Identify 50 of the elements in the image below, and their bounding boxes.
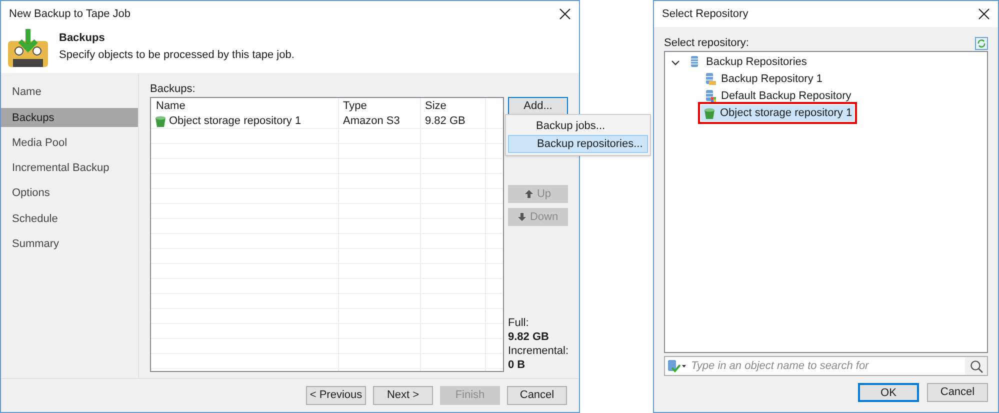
add-button[interactable]: Add... xyxy=(508,97,568,115)
tape-icon xyxy=(7,27,49,69)
footer-button[interactable]: Next > xyxy=(373,386,433,405)
chevron-icon[interactable] xyxy=(671,58,680,66)
tree-item[interactable]: Backup Repositories xyxy=(686,54,809,70)
total-value: 9.82 GB xyxy=(508,330,550,344)
table-cell-text: Object storage repository 1 xyxy=(169,114,302,129)
total-value: 0 B xyxy=(508,358,526,372)
arrow-up-icon xyxy=(524,190,533,198)
menu-item[interactable]: Backup jobs... xyxy=(508,117,648,135)
window-title: Select Repository xyxy=(662,6,748,22)
wizard-step[interactable]: Name xyxy=(1,83,138,102)
search-field[interactable]: Type in an object name to search for xyxy=(664,356,988,376)
select-repository-label: Select repository: xyxy=(664,36,749,51)
footer-button[interactable]: Cancel xyxy=(507,386,567,405)
filter-icon[interactable] xyxy=(667,359,687,373)
close-icon[interactable] xyxy=(559,8,571,20)
wizard-step[interactable]: Summary xyxy=(1,234,138,254)
refresh-icon[interactable] xyxy=(975,36,988,50)
search-icon[interactable] xyxy=(970,360,982,372)
column-header[interactable]: Name xyxy=(151,98,338,114)
dialog-button[interactable]: OK xyxy=(858,383,919,402)
dialog-button[interactable]: Cancel xyxy=(927,383,988,402)
total-label: Incremental: xyxy=(508,344,570,358)
backups-label: Backups: xyxy=(150,82,196,97)
wizard-step[interactable]: Incremental Backup xyxy=(1,158,138,178)
wizard-step[interactable]: Options xyxy=(1,184,138,204)
search-input[interactable]: Type in an object name to search for xyxy=(687,358,965,374)
database-icon xyxy=(703,89,717,103)
column-header[interactable]: Size xyxy=(420,98,485,114)
table-cell-text: 9.82 GB xyxy=(424,114,466,129)
menu-item[interactable]: Backup repositories... xyxy=(508,135,648,153)
table-cell-text: Amazon S3 xyxy=(342,114,401,129)
column-header[interactable]: Type xyxy=(338,98,420,114)
header-title: Backups xyxy=(59,31,106,46)
wizard-step[interactable]: Media Pool xyxy=(1,134,138,153)
bucket-icon xyxy=(154,114,167,128)
window-title: New Backup to Tape Job xyxy=(9,6,130,22)
footer-button[interactable]: < Previous xyxy=(306,386,366,405)
total-label: Full: xyxy=(508,316,530,330)
header-subtitle: Specify objects to be processed by this tape job. xyxy=(59,48,294,62)
close-icon[interactable] xyxy=(978,8,990,20)
tree-item[interactable]: Backup Repository 1 xyxy=(701,71,824,87)
tree-item[interactable]: Object storage repository 1 xyxy=(701,105,854,121)
wizard-step[interactable]: Backups xyxy=(1,108,138,128)
wizard-step[interactable]: Schedule xyxy=(1,209,138,228)
bucket-icon xyxy=(703,106,716,120)
database-icon xyxy=(703,72,717,86)
tree-item[interactable]: Default Backup Repository xyxy=(701,88,854,104)
arrow-down-icon xyxy=(518,213,526,221)
